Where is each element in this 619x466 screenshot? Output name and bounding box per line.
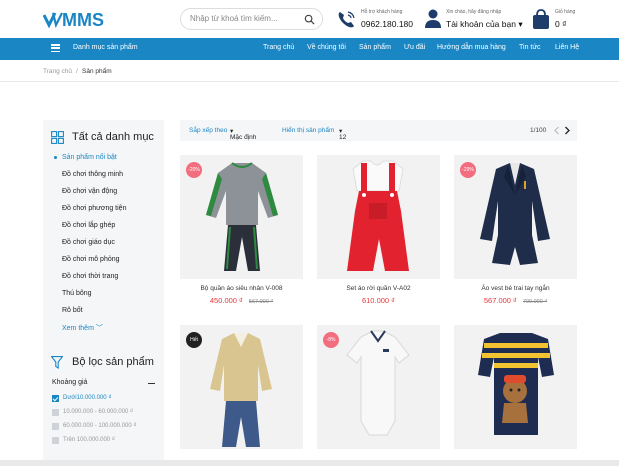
product-price: 567.000 ₫ 790.000 ₫: [454, 296, 577, 305]
category-item[interactable]: Đồ chơi thông minh: [62, 171, 123, 178]
see-more-link[interactable]: Xem thêm ﹀: [62, 323, 103, 333]
nav-categories[interactable]: Danh mục sản phẩm: [73, 44, 138, 51]
sort-label: Sắp xếp theo: [189, 127, 228, 134]
product-price: 610.000 ₫: [317, 296, 440, 305]
search-box[interactable]: Nhập từ khoá tìm kiếm...: [180, 8, 323, 30]
hotline-caption: Hỗ trợ khách hàng: [361, 9, 403, 15]
nav-item-offers[interactable]: Ưu đãi: [404, 44, 425, 51]
cart-caption: Giỏ hàng: [555, 9, 576, 15]
funnel-icon: [51, 356, 63, 369]
original-price: 790.000 ₫: [522, 299, 548, 305]
discount-badge: -8%: [323, 332, 339, 348]
checkbox[interactable]: [52, 409, 59, 416]
product-image[interactable]: [317, 155, 440, 279]
search-input[interactable]: Nhập từ khoá tìm kiếm...: [190, 14, 278, 23]
chevron-down-icon: ﹀: [95, 325, 103, 332]
hotline[interactable]: Hỗ trợ khách hàng 0962.180.180: [336, 8, 416, 32]
price-option[interactable]: 10.000.000 - 60.000.000 ₫: [52, 408, 162, 418]
nav-item-about[interactable]: Về chúng tôi: [307, 44, 346, 51]
nav-item-contact[interactable]: Liên Hệ: [555, 44, 579, 51]
striped-romper-illustration: [478, 333, 554, 435]
sort-bar: Sắp xếp theo Mặc định ▾ Hiển thị sản phẩ…: [180, 120, 577, 141]
logo[interactable]: MMS: [43, 9, 123, 29]
search-icon[interactable]: [304, 14, 315, 25]
footer-strip: [0, 460, 619, 466]
product-filter: Bộ lọc sản phẩm Khoảng giá Dưới10.000.00…: [43, 352, 164, 466]
show-label: Hiển thị sản phẩm: [282, 127, 335, 134]
price-range-label: Khoảng giá: [52, 379, 88, 386]
collapse-minus-icon[interactable]: [148, 383, 155, 385]
product-price: 450.000 ₫ 567.000 ₫: [180, 296, 303, 305]
category-item[interactable]: Đồ chơi thời trang: [62, 273, 118, 280]
category-item[interactable]: Đồ chơi vận động: [62, 188, 117, 195]
product-name[interactable]: Bộ quần áo siêu nhân V-008: [180, 285, 303, 292]
account-caption: Xin chào, hãy đăng nhập: [446, 9, 502, 15]
filter-title: Bộ lọc sản phẩm: [72, 356, 154, 368]
product-image[interactable]: -29%: [454, 155, 577, 279]
sold-out-badge: Hết: [186, 332, 202, 348]
category-item[interactable]: Đồ chơi giáo dục: [62, 239, 115, 246]
sort-select[interactable]: Mặc định ▾: [230, 127, 256, 141]
nav-item-guide[interactable]: Hướng dẫn mua hàng: [437, 44, 506, 51]
category-heading: Tất cả danh mục: [51, 130, 161, 146]
logo-text: MMS: [62, 10, 104, 29]
category-title: Tất cả danh mục: [72, 131, 154, 143]
price-option-label: 10.000.000 - 60.000.000 ₫: [63, 409, 134, 415]
category-item[interactable]: Rô bốt: [62, 307, 83, 314]
menu-icon[interactable]: [51, 44, 60, 53]
category-item[interactable]: Thú bông: [62, 290, 92, 297]
sale-price: 567.000 ₫: [483, 296, 517, 305]
breadcrumb-home[interactable]: Trang chủ: [43, 68, 72, 75]
checkbox-checked[interactable]: [52, 395, 59, 402]
product-name[interactable]: Set áo rời quần V-A02: [317, 285, 440, 292]
show-select[interactable]: 12 ▾: [339, 127, 346, 141]
account-label[interactable]: Tài khoản của bạn ▾: [446, 19, 523, 30]
chevron-left-icon[interactable]: [553, 126, 561, 135]
checkbox[interactable]: [52, 437, 59, 444]
product-image[interactable]: -8%: [317, 325, 440, 449]
category-item[interactable]: Đồ chơi lắp ghép: [62, 222, 115, 229]
account[interactable]: Xin chào, hãy đăng nhập Tài khoản của bạ…: [424, 8, 524, 32]
breadcrumb-separator: /: [76, 68, 78, 75]
filter-heading: Bộ lọc sản phẩm: [51, 355, 161, 371]
discount-badge: -29%: [460, 162, 476, 178]
checkbox[interactable]: [52, 423, 59, 430]
price-option-checked[interactable]: Dưới10.000.000 ₫: [52, 394, 162, 404]
sale-price: 450.000 ₫: [209, 296, 243, 305]
discount-badge: -20%: [186, 162, 202, 178]
active-dot-icon: [54, 156, 57, 159]
cart-bag-icon: [533, 9, 549, 29]
category-item[interactable]: Đồ chơi mô phỏng: [62, 256, 120, 263]
price-option[interactable]: Trên 100.000.000 ₫: [52, 436, 162, 446]
product-name[interactable]: Áo vest bé trai tay ngắn: [454, 285, 577, 292]
product-image[interactable]: -20%: [180, 155, 303, 279]
phone-icon: [338, 11, 355, 28]
nav-item-products[interactable]: Sản phẩm: [359, 44, 391, 51]
chevron-right-icon[interactable]: [563, 126, 571, 135]
breadcrumb-current: Sản phẩm: [82, 68, 112, 75]
sale-price: 610.000 ₫: [361, 296, 396, 305]
price-option[interactable]: 60.000.000 - 100.000.000 ₫: [52, 422, 162, 432]
header: MMS Nhập từ khoá tìm kiếm... Hỗ trợ khác…: [0, 0, 619, 38]
cart-total: 0 ₫: [555, 19, 567, 29]
cart[interactable]: Giỏ hàng 0 ₫: [531, 8, 591, 32]
product-image[interactable]: Hết: [180, 325, 303, 449]
user-icon: [425, 9, 441, 28]
category-item[interactable]: Đồ chơi phương tiện: [62, 205, 126, 212]
hotline-number[interactable]: 0962.180.180: [361, 19, 413, 29]
nav-item-home[interactable]: Trang chủ: [263, 44, 294, 51]
page-indicator: 1/100: [530, 127, 547, 134]
price-option-label: 60.000.000 - 100.000.000 ₫: [63, 423, 137, 429]
breadcrumb: Trang chủ / Sản phẩm: [0, 60, 619, 82]
price-option-label: Trên 100.000.000 ₫: [63, 437, 115, 443]
overalls-illustration: [347, 160, 409, 271]
original-price: 567.000 ₫: [248, 299, 274, 305]
main-nav: Danh mục sản phẩm Trang chủ Về chúng tôi…: [0, 38, 619, 60]
category-featured[interactable]: Sản phẩm nổi bật: [62, 154, 117, 161]
nav-item-news[interactable]: Tin tức: [519, 44, 541, 51]
product-image[interactable]: [454, 325, 577, 449]
grid-icon: [51, 131, 64, 144]
price-option-label: Dưới10.000.000 ₫: [63, 395, 112, 401]
